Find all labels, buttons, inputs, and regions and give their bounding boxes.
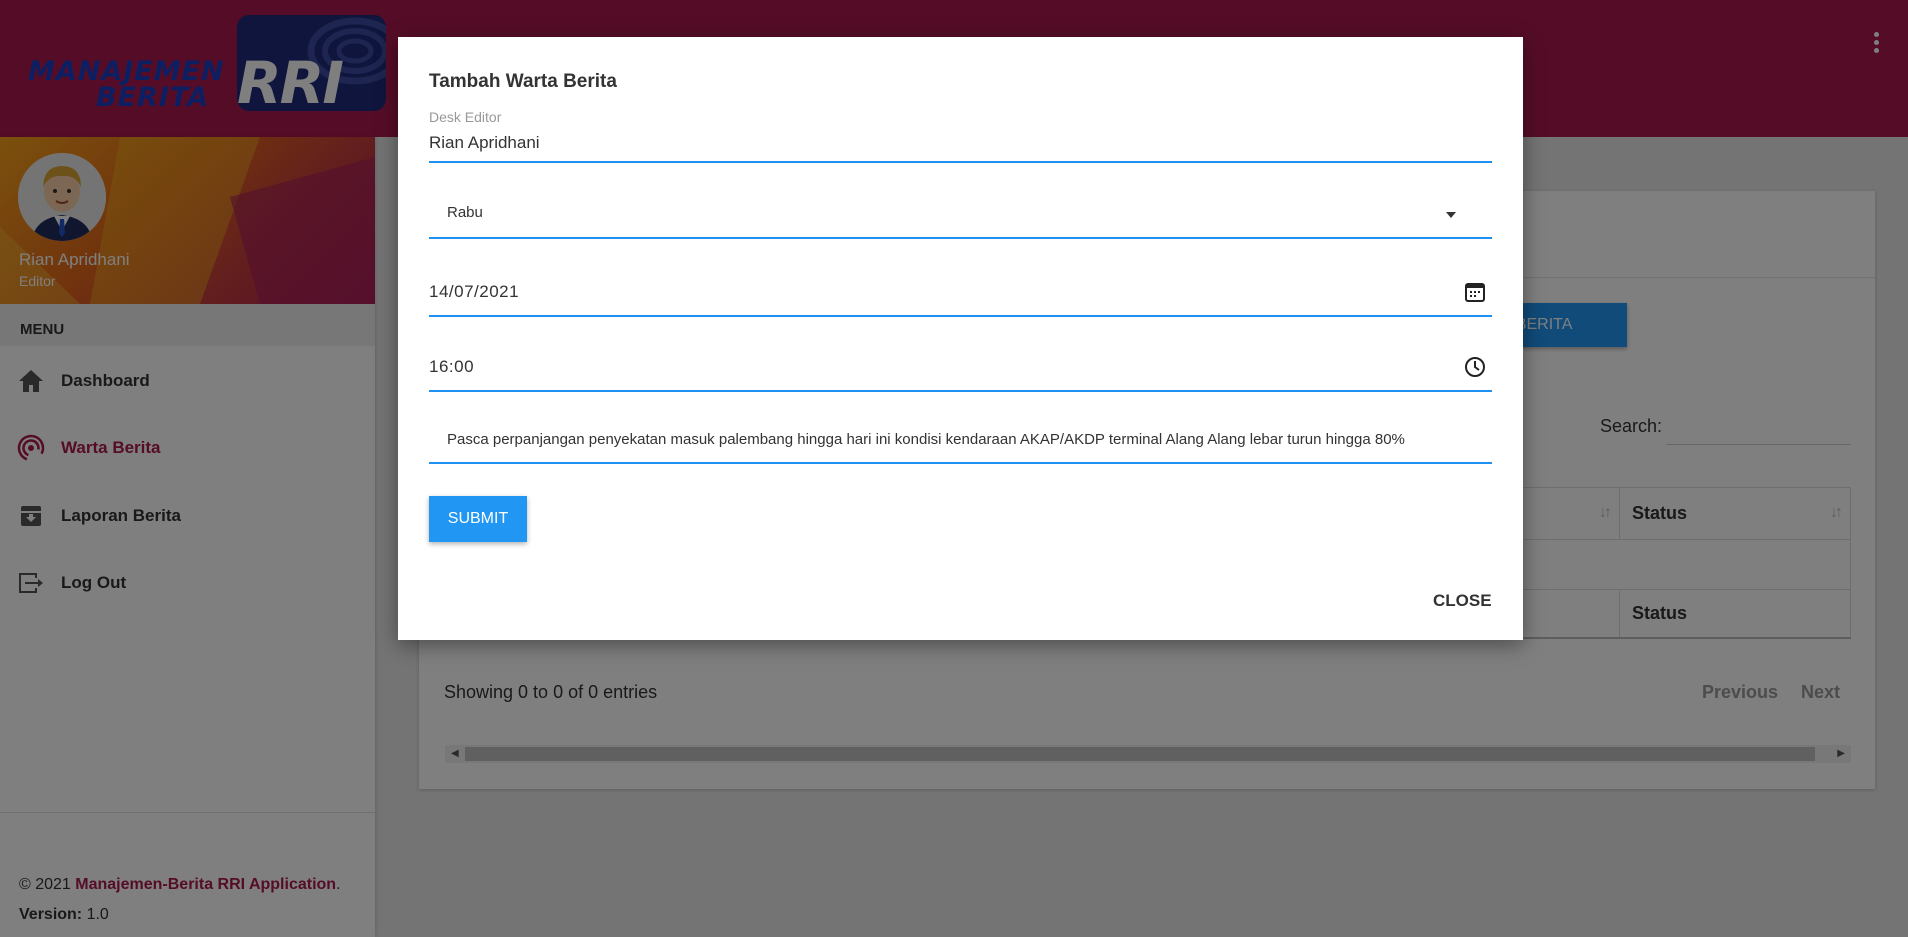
time-input[interactable]: 16:00 (429, 348, 1492, 392)
date-value: 14/07/2021 (429, 282, 520, 301)
desk-editor-label: Desk Editor (429, 109, 502, 125)
dropdown-arrow-icon (1446, 212, 1456, 218)
news-text-input[interactable]: Pasca perpanjangan penyekatan masuk pale… (429, 418, 1492, 464)
desk-editor-field[interactable]: Rian Apridhani (429, 129, 1492, 163)
calendar-icon[interactable] (1464, 281, 1486, 303)
day-select-value: Rabu (447, 204, 483, 221)
clock-icon[interactable] (1464, 356, 1486, 378)
date-input[interactable]: 14/07/2021 (429, 273, 1492, 317)
news-text-value: Pasca perpanjangan penyekatan masuk pale… (447, 431, 1405, 448)
desk-editor-value: Rian Apridhani (429, 133, 540, 152)
close-button[interactable]: CLOSE (1433, 591, 1492, 611)
time-value: 16:00 (429, 357, 475, 376)
submit-button[interactable]: SUBMIT (429, 496, 527, 542)
tambah-warta-berita-modal: Tambah Warta Berita Desk Editor Rian Apr… (398, 37, 1523, 640)
day-select[interactable]: Rabu (429, 193, 1492, 239)
modal-title: Tambah Warta Berita (429, 71, 617, 92)
